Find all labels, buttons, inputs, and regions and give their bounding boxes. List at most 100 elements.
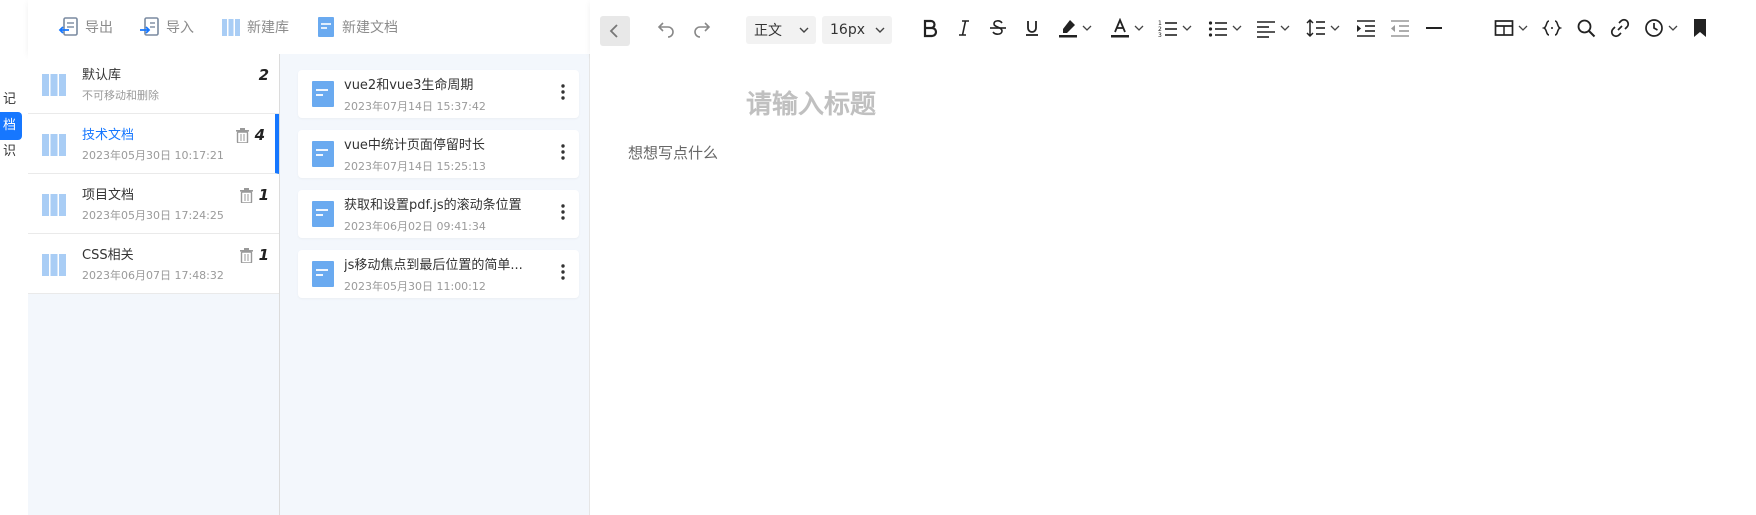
- document-title: 获取和设置pdf.js的滚动条位置: [344, 198, 522, 213]
- side-tab-documents[interactable]: 档: [0, 112, 22, 140]
- export-label: 导出: [85, 20, 113, 36]
- trash-icon[interactable]: [236, 128, 249, 143]
- paragraph-style-select[interactable]: 正文: [746, 16, 816, 44]
- bold-button[interactable]: [920, 15, 940, 41]
- code-braces-icon: [1542, 20, 1562, 36]
- redo-button[interactable]: [692, 15, 712, 41]
- bullet-list-icon: [1208, 21, 1227, 37]
- undo-button[interactable]: [656, 15, 676, 41]
- table-button[interactable]: [1494, 15, 1528, 41]
- chevron-down-icon: [1330, 25, 1340, 31]
- new-document-label: 新建文档: [342, 20, 398, 36]
- link-button[interactable]: [1610, 15, 1630, 41]
- new-document-button[interactable]: 新建文档: [315, 16, 398, 38]
- document-card[interactable]: vue中统计页面停留时长 2023年07月14日 15:25:13: [298, 130, 579, 178]
- title-input[interactable]: 请输入标题: [746, 84, 876, 121]
- side-tab-knowledge[interactable]: 识: [0, 138, 22, 166]
- library-count: 4: [254, 126, 265, 144]
- new-library-button[interactable]: 新建库: [220, 16, 289, 38]
- document-time: 2023年05月30日 11:00:12: [344, 280, 486, 293]
- more-options-icon[interactable]: [561, 204, 565, 220]
- redo-icon: [694, 22, 711, 38]
- library-name: 技术文档: [82, 128, 135, 143]
- highlight-button[interactable]: [1058, 15, 1092, 41]
- import-label: 导入: [166, 20, 194, 36]
- import-button[interactable]: 导入: [139, 16, 194, 38]
- library-item[interactable]: CSS相关 2023年06月07日 17:48:32 1: [28, 234, 279, 294]
- indent-button[interactable]: [1356, 15, 1376, 41]
- document-title: vue2和vue3生命周期: [344, 78, 474, 93]
- chevron-down-icon: [1518, 25, 1528, 31]
- library-list: 默认库 不可移动和删除 2 技术文档 2023年05月30日 10:17:21: [28, 54, 280, 515]
- bookmark-icon: [1694, 19, 1706, 37]
- outdent-button[interactable]: [1390, 15, 1410, 41]
- back-button[interactable]: [600, 16, 630, 46]
- font-size-select[interactable]: 16px: [822, 16, 892, 44]
- export-button[interactable]: 导出: [58, 16, 113, 38]
- ordered-list-button[interactable]: 1 2 3: [1158, 15, 1192, 41]
- history-button[interactable]: [1644, 15, 1678, 41]
- new-library-label: 新建库: [247, 20, 289, 36]
- library-name: 项目文档: [82, 188, 135, 203]
- editor-toolbar: 正文 16px 1 2 3: [590, 0, 1756, 54]
- library-count: 1: [258, 186, 269, 204]
- search-button[interactable]: [1576, 15, 1596, 41]
- bullet-list-button[interactable]: [1208, 15, 1242, 41]
- library-icon: [222, 19, 240, 36]
- strikethrough-icon: [990, 20, 1006, 35]
- library-item[interactable]: 项目文档 2023年05月30日 17:24:25 1: [28, 174, 279, 234]
- document-icon: [312, 81, 334, 107]
- library-item[interactable]: 技术文档 2023年05月30日 10:17:21 4: [28, 114, 279, 174]
- font-color-button[interactable]: [1110, 15, 1144, 41]
- content-editor[interactable]: 想想写点什么: [628, 142, 718, 163]
- line-height-button[interactable]: [1306, 15, 1340, 41]
- italic-button[interactable]: [954, 15, 974, 41]
- line-height-icon: [1306, 18, 1325, 38]
- link-icon: [1610, 18, 1630, 38]
- trash-icon[interactable]: [240, 248, 253, 263]
- document-card[interactable]: 获取和设置pdf.js的滚动条位置 2023年06月02日 09:41:34: [298, 190, 579, 238]
- trash-icon[interactable]: [240, 188, 253, 203]
- document-card[interactable]: vue2和vue3生命周期 2023年07月14日 15:37:42: [298, 70, 579, 118]
- document-icon: [312, 141, 334, 167]
- library-toolbar: 导出 导入 新建库 新建文档: [28, 0, 590, 54]
- library-icon: [42, 133, 66, 156]
- chevron-down-icon: [1182, 25, 1192, 31]
- document-title: vue中统计页面停留时长: [344, 138, 485, 153]
- underline-button[interactable]: [1022, 15, 1042, 41]
- library-subtitle: 不可移动和删除: [82, 89, 159, 102]
- library-icon: [42, 73, 66, 96]
- more-options-icon[interactable]: [561, 144, 565, 160]
- align-button[interactable]: [1256, 15, 1290, 41]
- document-icon: [312, 261, 334, 287]
- library-count: 2: [258, 66, 269, 84]
- strikethrough-button[interactable]: [988, 15, 1008, 41]
- library-subtitle: 2023年05月30日 17:24:25: [82, 209, 224, 222]
- table-icon: [1494, 20, 1514, 36]
- document-time: 2023年07月14日 15:25:13: [344, 160, 486, 173]
- import-icon: [140, 17, 159, 36]
- ordered-list-icon: 1 2 3: [1158, 20, 1177, 38]
- chevron-down-icon: [1134, 25, 1144, 31]
- editor-body[interactable]: 请输入标题 想想写点什么: [590, 54, 1756, 515]
- library-name: 默认库: [82, 68, 122, 83]
- library-item[interactable]: 默认库 不可移动和删除 2: [28, 54, 279, 114]
- bold-icon: [923, 19, 938, 38]
- italic-icon: [959, 20, 969, 36]
- document-time: 2023年07月14日 15:37:42: [344, 100, 486, 113]
- library-subtitle: 2023年06月07日 17:48:32: [82, 269, 224, 282]
- chevron-down-icon: [1280, 25, 1290, 31]
- code-block-button[interactable]: [1542, 15, 1562, 41]
- document-icon: [318, 17, 334, 37]
- more-options-icon[interactable]: [561, 84, 565, 100]
- chevron-left-icon: [609, 24, 618, 38]
- document-card[interactable]: js移动焦点到最后位置的简单... 2023年05月30日 11:00:12: [298, 250, 579, 298]
- more-options-icon[interactable]: [561, 264, 565, 280]
- chevron-down-icon: [1668, 25, 1678, 31]
- underline-icon: [1026, 21, 1038, 36]
- side-tab-notes[interactable]: 记: [0, 86, 22, 114]
- divider-button[interactable]: [1424, 15, 1444, 41]
- bookmark-button[interactable]: [1690, 15, 1710, 41]
- library-icon: [42, 253, 66, 276]
- indent-icon: [1357, 20, 1375, 37]
